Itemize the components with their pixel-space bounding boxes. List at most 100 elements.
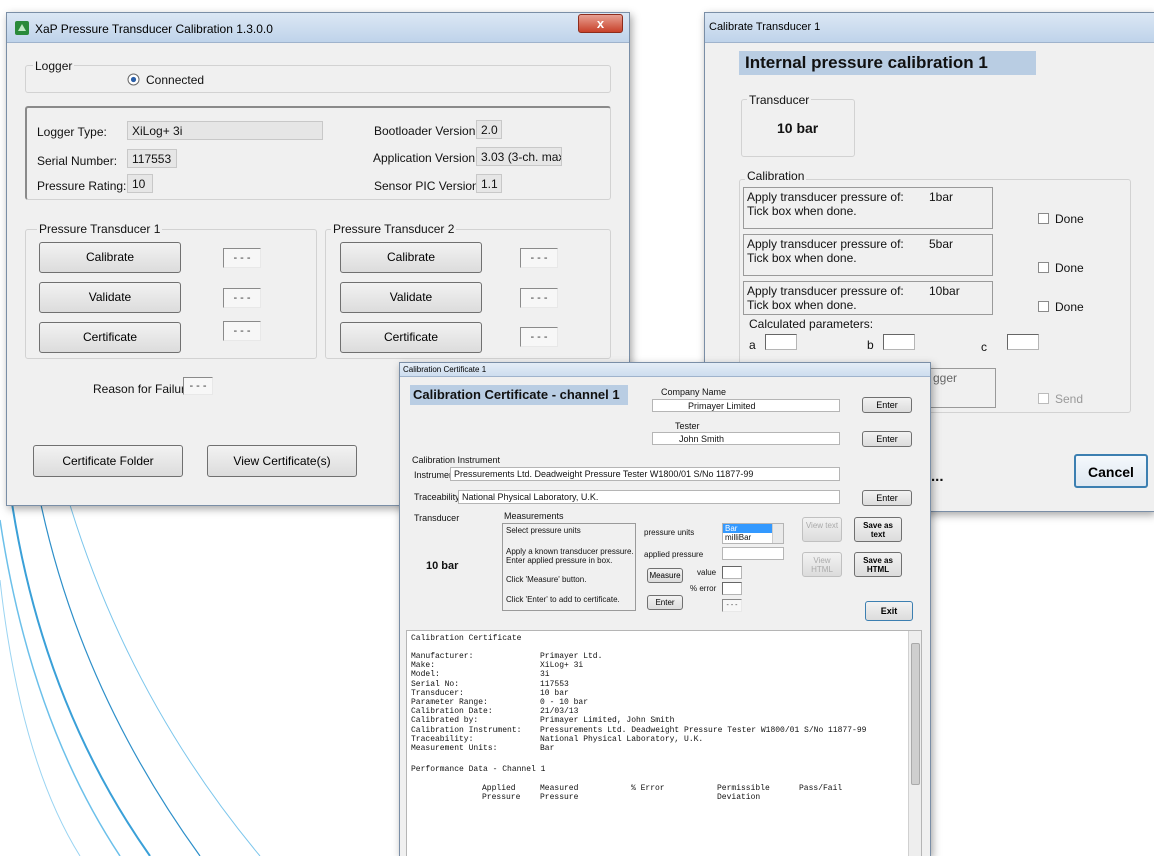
pt1-validate-button[interactable]: Validate: [39, 282, 181, 313]
measure-button[interactable]: Measure: [647, 568, 683, 583]
connected-label: Connected: [146, 73, 205, 87]
pt1-validate-status: - - -: [223, 288, 261, 308]
calib-step-3-text: Apply transducer pressure of:: [747, 284, 904, 298]
calibrate-titlebar: Calibrate Transducer 1: [705, 13, 1154, 43]
send-label: Send: [1055, 392, 1084, 406]
sensor-pic-version-label: Sensor PIC Version:: [374, 179, 483, 193]
view-certificates-button[interactable]: View Certificate(s): [207, 445, 357, 477]
certificate-folder-button[interactable]: Certificate Folder: [33, 445, 183, 477]
report-row-value: 117553: [540, 679, 569, 689]
cert-transducer-label: Transducer: [414, 513, 460, 523]
company-name-field[interactable]: Primayer Limited: [652, 399, 840, 412]
col-applied-1: Applied: [482, 784, 516, 793]
col-permissible-1: Permissible: [717, 784, 770, 793]
main-titlebar: XaP Pressure Transducer Calibration 1.3.…: [7, 13, 629, 43]
applied-pressure-field[interactable]: [722, 547, 784, 560]
report-row-key: Model:: [411, 670, 440, 680]
view-html-button[interactable]: View HTML: [802, 552, 842, 577]
pressure-units-listbox[interactable]: Bar milliBar: [722, 523, 784, 544]
pressure-transducer-2-label: Pressure Transducer 2: [331, 222, 457, 236]
pt1-calibrate-button[interactable]: Calibrate: [39, 242, 181, 273]
param-a-label: a: [749, 338, 756, 352]
save-as-html-button[interactable]: Save as HTML: [854, 552, 902, 577]
measurement-enter-button[interactable]: Enter: [647, 595, 683, 610]
report-row-value: XiLog+ 3i: [540, 661, 584, 671]
report-row-value: National Physical Laboratory, U.K.: [540, 734, 704, 744]
calib-step-3-tick-text: Tick box when done.: [747, 298, 857, 312]
view-text-button[interactable]: View text: [802, 517, 842, 542]
instruction-2: Apply a known transducer pressure.: [506, 547, 634, 556]
sensor-pic-version-field: 1.1: [476, 174, 502, 193]
calib-step-2-done-checkbox[interactable]: [1038, 262, 1049, 273]
tester-enter-button[interactable]: Enter: [862, 431, 912, 447]
pt2-validate-button[interactable]: Validate: [340, 282, 482, 313]
report-row-key: Transducer:: [411, 688, 464, 698]
col-measured-1: Measured: [540, 784, 579, 793]
report-row-key: Manufacturer:: [411, 652, 474, 661]
calib-transducer-label: Transducer: [747, 93, 812, 107]
save-as-text-button[interactable]: Save as text: [854, 517, 902, 542]
calib-cancel-button[interactable]: Cancel: [1074, 454, 1148, 488]
main-window-title: XaP Pressure Transducer Calibration 1.3.…: [35, 22, 273, 36]
calib-step-3-done-label: Done: [1055, 300, 1084, 314]
pt2-certificate-button[interactable]: Certificate: [340, 322, 482, 353]
company-name-label: Company Name: [661, 387, 727, 397]
instrument-field[interactable]: Pressurements Ltd. Deadweight Pressure T…: [450, 467, 840, 481]
pressure-rating-field: 10: [127, 174, 153, 193]
pt1-calibrate-status: - - -: [223, 248, 261, 268]
calib-step-2-tick-text: Tick box when done.: [747, 251, 857, 265]
pressure-transducer-1-label: Pressure Transducer 1: [37, 222, 163, 236]
unit-option-bar[interactable]: Bar: [723, 524, 773, 533]
report-scrollbar[interactable]: [908, 631, 921, 856]
traceability-field[interactable]: National Physical Laboratory, U.K.: [458, 490, 840, 504]
report-row-value: 10 bar: [540, 688, 569, 698]
calib-step-1-done-checkbox[interactable]: [1038, 213, 1049, 224]
col-error: % Error: [631, 784, 665, 793]
pressure-rating-label: Pressure Rating:: [37, 179, 127, 193]
certificate-titlebar: Calibration Certificate 1: [400, 363, 930, 377]
report-row-value: 3i: [540, 670, 550, 680]
calibrate-window-title: Calibrate Transducer 1: [709, 21, 821, 33]
calculated-parameters-label: Calculated parameters:: [749, 317, 874, 331]
calib-step-1-tick-text: Tick box when done.: [747, 204, 857, 218]
param-c-label: c: [981, 340, 987, 354]
percent-error-field: [722, 582, 742, 595]
traceability-enter-button[interactable]: Enter: [862, 490, 912, 506]
report-row-key: Calibration Instrument:: [411, 725, 522, 735]
report-row-value: 0 - 10 bar: [540, 697, 589, 707]
calib-step-2-text: Apply transducer pressure of:: [747, 237, 904, 251]
calib-step-3-done-checkbox[interactable]: [1038, 301, 1049, 312]
main-close-button[interactable]: x: [578, 14, 623, 33]
certificate-report-textarea[interactable]: Calibration Certificate Manufacturer: Pri…: [406, 630, 922, 856]
pt2-calibrate-status: - - -: [520, 248, 558, 268]
tester-field[interactable]: John Smith: [652, 432, 840, 445]
instruction-5: Click 'Enter' to add to certificate.: [506, 595, 620, 604]
listbox-scrollbar[interactable]: [772, 524, 783, 543]
exit-button[interactable]: Exit: [865, 601, 913, 621]
calib-ellipsis: ...: [931, 468, 944, 485]
traceability-label: Traceability: [414, 492, 460, 502]
report-row-value: Pressurements Ltd. Deadweight Pressure T…: [540, 725, 867, 735]
col-measured-2: Pressure: [540, 793, 579, 802]
send-checkbox[interactable]: [1038, 393, 1049, 404]
report-performance: Performance Data - Channel 1: [411, 765, 546, 774]
calib-step-1-text: Apply transducer pressure of:: [747, 190, 904, 204]
instruction-3: Enter applied pressure in box.: [506, 556, 613, 565]
report-row-key: Traceability:: [411, 734, 474, 744]
company-enter-button[interactable]: Enter: [862, 397, 912, 413]
connected-radio[interactable]: [127, 73, 140, 86]
pt1-certificate-button[interactable]: Certificate: [39, 322, 181, 353]
pt2-calibrate-button[interactable]: Calibrate: [340, 242, 482, 273]
certificate-heading: Calibration Certificate - channel 1: [410, 385, 628, 405]
param-c-field: [1007, 334, 1039, 350]
report-row-key: Serial No:: [411, 679, 460, 689]
serial-number-field: 117553: [127, 149, 177, 168]
report-row-key: Calibration Date:: [411, 707, 493, 717]
param-a-field: [765, 334, 797, 350]
send-to-logger-label: gger: [933, 371, 958, 385]
report-scroll-thumb[interactable]: [911, 643, 920, 785]
col-permissible-2: Deviation: [717, 793, 761, 802]
application-version-label: Application Version:: [373, 151, 479, 165]
report-row-value: Primayer Limited, John Smith: [540, 716, 675, 726]
pressure-units-label: pressure units: [644, 528, 695, 537]
